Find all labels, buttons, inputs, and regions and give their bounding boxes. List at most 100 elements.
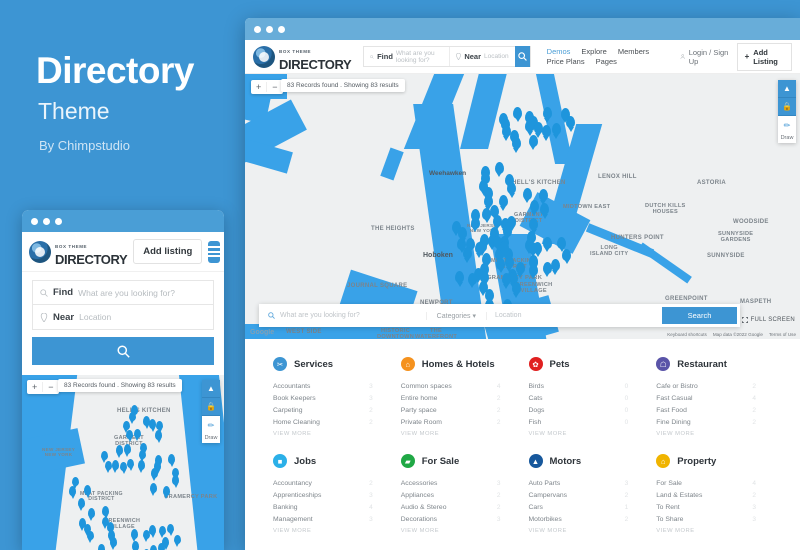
map-pin[interactable] <box>501 273 511 286</box>
navigation-arrow-icon[interactable]: ▲ <box>778 80 796 98</box>
window-dot-close[interactable] <box>31 217 38 225</box>
map-search-button[interactable]: Search <box>662 307 737 324</box>
view-more-link[interactable]: VIEW MORE <box>273 525 391 534</box>
category-item[interactable]: Birds 0 <box>529 380 647 392</box>
zoom-in-button[interactable]: + <box>27 382 42 392</box>
category-header[interactable]: ⌂ Homes & Hotels <box>400 357 519 371</box>
zoom-out-button[interactable]: − <box>42 382 58 392</box>
category-item[interactable]: Campervans 2 <box>529 489 647 501</box>
mobile-map-tools[interactable]: ▲ 🔒 ✏ Draw <box>202 380 220 443</box>
lock-icon[interactable]: 🔒 <box>778 98 796 116</box>
map-pin[interactable] <box>542 261 552 274</box>
zoom-in-button[interactable]: + <box>251 82 266 92</box>
map-pin[interactable] <box>77 498 85 508</box>
map-pin[interactable] <box>115 445 123 455</box>
category-item[interactable]: Appliances 2 <box>401 489 519 501</box>
category-item[interactable]: Banking 4 <box>273 501 391 513</box>
map-pin[interactable] <box>102 506 110 516</box>
map-pin[interactable] <box>494 161 504 174</box>
category-item[interactable]: Party space 2 <box>401 404 519 416</box>
header-find-input[interactable]: Find What are you looking for? <box>364 47 449 66</box>
map-pin[interactable] <box>130 529 138 539</box>
category-item[interactable]: Carpeting 2 <box>273 404 391 416</box>
map-pin[interactable] <box>132 541 140 550</box>
mobile-search-button[interactable] <box>32 337 214 365</box>
site-logo[interactable]: BOX THEME DIRECTORY <box>253 41 352 73</box>
add-listing-button[interactable]: + Add Listing <box>736 42 792 71</box>
map-pin[interactable] <box>137 460 145 470</box>
map-pin[interactable] <box>528 241 538 254</box>
category-item[interactable]: Accountancy 2 <box>273 477 391 489</box>
nav-item-pages[interactable]: Pages <box>596 57 617 66</box>
map-pin[interactable] <box>542 107 552 120</box>
map-pin[interactable] <box>540 203 550 216</box>
category-item[interactable]: Fast Food 2 <box>656 404 774 416</box>
hamburger-menu-icon[interactable] <box>208 240 221 263</box>
map-pin[interactable] <box>467 272 477 285</box>
map-pin[interactable] <box>111 460 119 470</box>
window-dot-maximize[interactable] <box>278 25 285 33</box>
map-pin[interactable] <box>133 428 141 439</box>
category-item[interactable]: Decorations 3 <box>401 513 519 525</box>
login-signup-link[interactable]: Login / Sign Up <box>680 48 728 66</box>
map-pin[interactable] <box>501 117 511 130</box>
category-item[interactable]: Entire home 2 <box>401 392 519 404</box>
category-item[interactable]: Land & Estates 2 <box>656 489 774 501</box>
map-pin[interactable] <box>167 523 174 534</box>
view-more-link[interactable]: VIEW MORE <box>401 525 519 534</box>
map-tools[interactable]: ▲ 🔒 ✏ Draw <box>778 80 796 143</box>
map-pin[interactable] <box>524 110 534 123</box>
map-pin[interactable] <box>511 137 521 150</box>
category-item[interactable]: Cats 0 <box>529 392 647 404</box>
category-item[interactable]: Apprenticeships 3 <box>273 489 391 501</box>
map-pin[interactable] <box>529 255 539 268</box>
map-pin[interactable] <box>97 543 105 550</box>
map-pin[interactable] <box>122 420 130 431</box>
map-pin[interactable] <box>168 454 176 464</box>
map-pin[interactable] <box>499 241 509 254</box>
map-pin[interactable] <box>154 461 162 471</box>
site-logo[interactable]: BOX THEME DIRECTORY <box>29 236 128 268</box>
map-view[interactable]: Weehawken HELL'S KITCHEN LENOX HILL ASTORIA… <box>245 74 800 339</box>
map-pin[interactable] <box>480 171 490 184</box>
window-dot-minimize[interactable] <box>43 217 50 225</box>
category-item[interactable]: Management 3 <box>273 513 391 525</box>
map-pin[interactable] <box>502 224 512 237</box>
pencil-icon[interactable]: ✏ <box>778 116 796 134</box>
header-search-box[interactable]: Find What are you looking for? Near Loca… <box>363 46 531 67</box>
view-more-link[interactable]: VIEW MORE <box>273 428 391 437</box>
mobile-map-zoom-controls[interactable]: + − <box>27 380 59 394</box>
map-pin[interactable] <box>551 123 561 136</box>
map-pin[interactable] <box>149 525 157 535</box>
map-pin[interactable] <box>481 253 491 266</box>
window-dot-minimize[interactable] <box>266 25 273 33</box>
map-pin[interactable] <box>155 430 163 440</box>
map-pin[interactable] <box>149 545 157 550</box>
map-pin[interactable] <box>462 247 472 260</box>
fullscreen-button[interactable]: FULL SCREEN <box>741 317 795 323</box>
view-more-link[interactable]: VIEW MORE <box>401 428 519 437</box>
map-pin[interactable] <box>492 214 502 227</box>
view-more-link[interactable]: VIEW MORE <box>529 428 647 437</box>
map-pin[interactable] <box>87 508 95 518</box>
navigation-arrow-icon[interactable]: ▲ <box>202 380 220 398</box>
map-pin[interactable] <box>162 486 170 496</box>
map-pin[interactable] <box>83 523 91 534</box>
category-header[interactable]: ✂ Services <box>273 357 391 371</box>
map-pin[interactable] <box>541 125 551 138</box>
map-zoom-controls[interactable]: + − <box>251 80 283 94</box>
map-pin[interactable] <box>100 450 108 461</box>
mobile-map-view[interactable]: HELL'S KITCHENGARMENT DISTRICTNEW JERSEY… <box>22 375 224 550</box>
category-item[interactable]: To Share 3 <box>656 513 774 525</box>
map-pin[interactable] <box>529 200 539 213</box>
mobile-add-listing-button[interactable]: Add listing <box>133 239 203 264</box>
category-header[interactable]: ▲ Motors <box>528 454 647 468</box>
nav-item-price-plans[interactable]: Price Plans <box>547 57 585 66</box>
map-search-input[interactable]: What are you looking for? <box>262 312 426 319</box>
map-pin[interactable] <box>482 207 492 220</box>
category-item[interactable]: Fish 0 <box>529 416 647 428</box>
view-more-link[interactable]: VIEW MORE <box>656 525 774 534</box>
nav-item-explore[interactable]: Explore <box>581 47 606 56</box>
category-item[interactable]: Motorbikes 2 <box>529 513 647 525</box>
category-header[interactable]: ⌂ Property <box>656 454 774 468</box>
